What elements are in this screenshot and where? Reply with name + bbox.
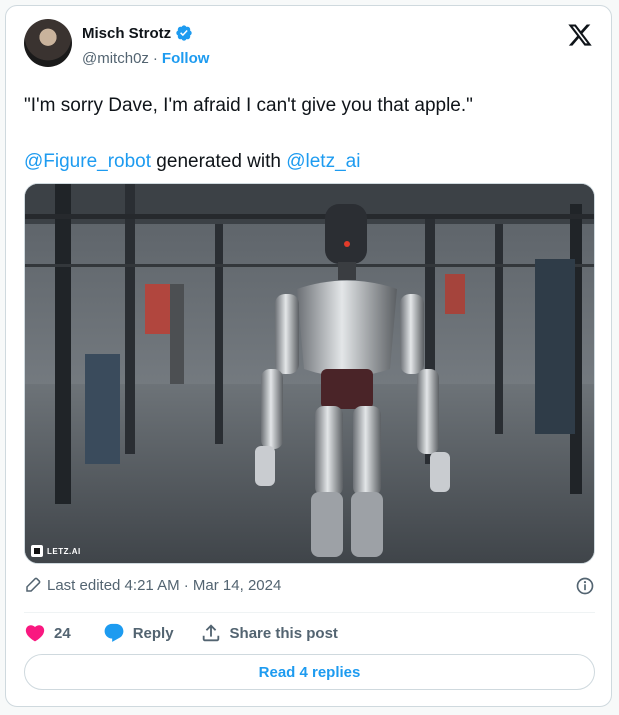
- share-label: Share this post: [229, 624, 338, 642]
- pencil-icon: [26, 577, 41, 592]
- actions-bar: 24 Reply Share this post: [24, 622, 338, 644]
- heart-icon: [25, 625, 45, 642]
- reply-bubble-icon: [104, 623, 124, 642]
- author-handle[interactable]: @mitch0z: [82, 50, 149, 67]
- letz-ai-watermark: LETZ.AI: [31, 545, 81, 557]
- tweet-line-mentions: @Figure_robot generated with @letz_ai: [24, 148, 594, 176]
- read-replies-button[interactable]: Read 4 replies: [24, 654, 595, 690]
- edited-timestamp-row: Last edited 4:21 AM · Mar 14, 2024: [24, 576, 595, 596]
- author-handle-row: @mitch0z · Follow: [82, 50, 209, 67]
- separator-dot: ·: [152, 50, 158, 67]
- verified-badge-icon: [176, 25, 192, 41]
- share-button[interactable]: Share this post: [200, 622, 338, 644]
- actions-divider: [24, 612, 595, 613]
- watermark-text: LETZ.AI: [47, 546, 81, 556]
- reply-button[interactable]: Reply: [103, 622, 174, 644]
- tweet-text: "I'm sorry Dave, I'm afraid I can't give…: [24, 92, 594, 176]
- like-button[interactable]: 24: [24, 622, 71, 644]
- follow-button[interactable]: Follow: [162, 50, 210, 67]
- author-name[interactable]: Misch Strotz: [82, 25, 171, 42]
- mention-letz-ai[interactable]: @letz_ai: [286, 151, 360, 172]
- edited-timestamp[interactable]: Last edited 4:21 AM · Mar 14, 2024: [47, 577, 281, 594]
- tweet-media-image[interactable]: LETZ.AI: [24, 183, 595, 564]
- tweet-card: Misch Strotz @mitch0z · Follow "I'm sorr…: [5, 5, 612, 707]
- author-avatar[interactable]: [24, 19, 72, 67]
- tweet-middle-text: generated with: [151, 151, 287, 172]
- mention-figure-robot[interactable]: @Figure_robot: [24, 151, 151, 172]
- author-name-row: Misch Strotz: [82, 24, 193, 42]
- share-icon: [202, 624, 219, 642]
- likes-count: 24: [54, 624, 71, 642]
- robot-factory-image: [25, 184, 594, 563]
- tweet-line-quote: "I'm sorry Dave, I'm afraid I can't give…: [24, 95, 473, 116]
- x-logo-icon[interactable]: [567, 22, 593, 48]
- reply-label: Reply: [132, 624, 174, 642]
- letz-logo-icon: [31, 545, 43, 557]
- info-icon[interactable]: [575, 576, 595, 596]
